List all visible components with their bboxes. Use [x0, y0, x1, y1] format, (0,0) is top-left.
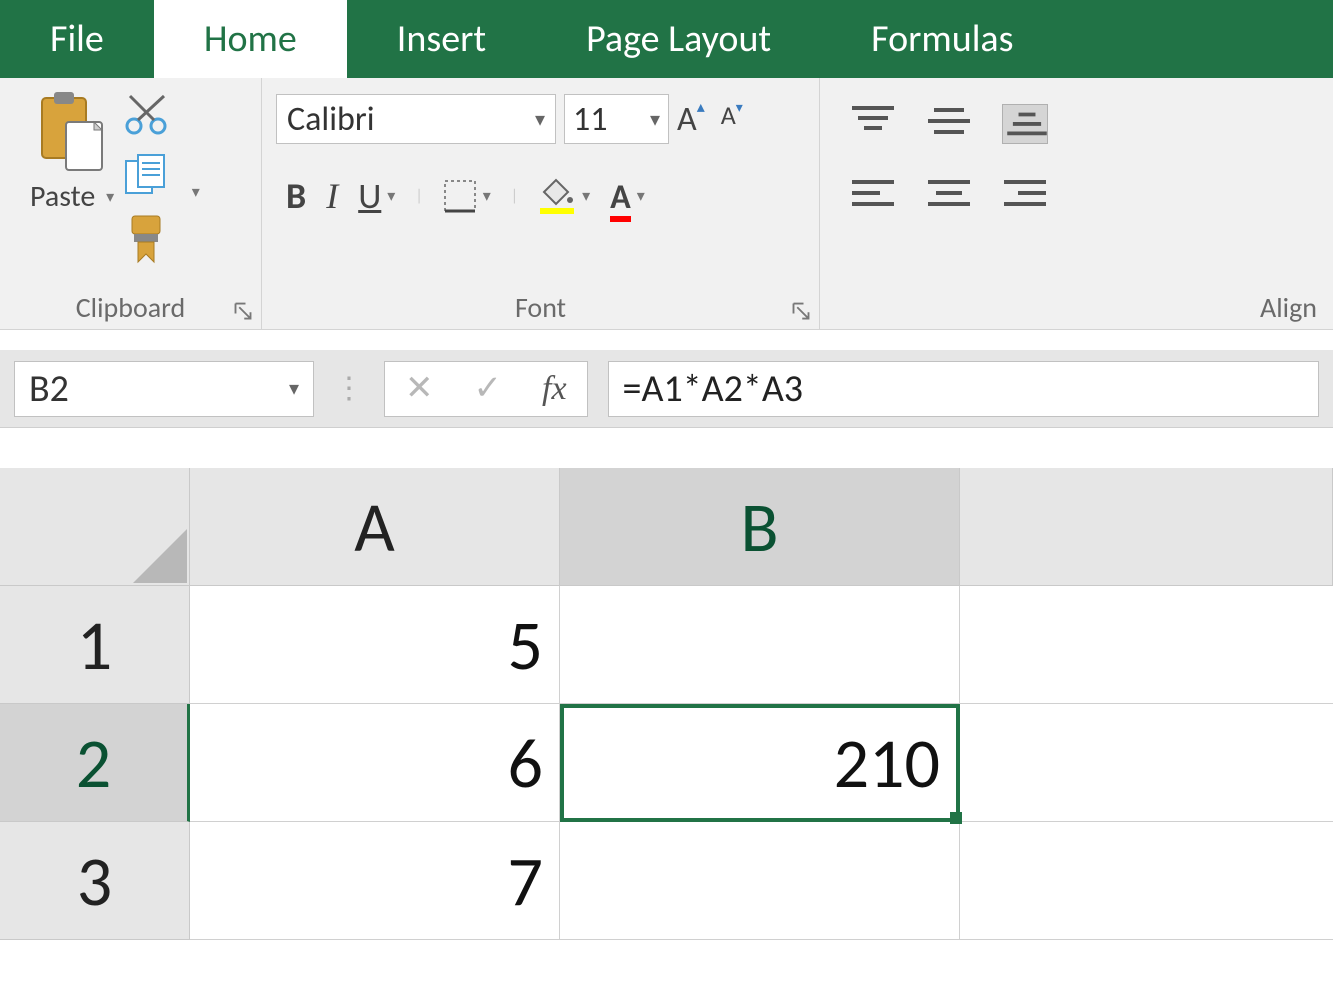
column-header-a[interactable]: A — [190, 468, 560, 586]
paste-button[interactable]: Paste ▾ — [30, 88, 114, 215]
align-left-button[interactable] — [850, 176, 896, 216]
font-group-label: Font — [272, 290, 809, 325]
tab-insert[interactable]: Insert — [347, 0, 536, 78]
cancel-formula-button[interactable]: ✕ — [405, 368, 434, 409]
paste-icon — [36, 88, 108, 174]
formula-input[interactable]: =A1*A2*A3 — [608, 361, 1319, 417]
ribbon-body: Paste ▾ — [0, 78, 1333, 330]
underline-button[interactable]: U▾ — [358, 174, 395, 218]
font-dialog-launcher[interactable] — [791, 301, 811, 321]
column-header-next[interactable] — [960, 468, 1333, 586]
align-center-button[interactable] — [926, 176, 972, 216]
row-header-2[interactable]: 2 — [0, 704, 190, 822]
row-header-1[interactable]: 1 — [0, 586, 190, 704]
align-bottom-button[interactable] — [1002, 104, 1048, 144]
alignment-group-label: Align — [830, 290, 1323, 325]
cell-b2[interactable]: 210 — [560, 704, 960, 822]
increase-font-size-button[interactable]: A▴ — [677, 99, 705, 140]
cut-button[interactable] — [124, 92, 200, 141]
cell-c2[interactable] — [960, 704, 1333, 822]
cell-a1[interactable]: 5 — [190, 586, 560, 704]
group-alignment: Align — [820, 78, 1333, 329]
cell-c1[interactable] — [960, 586, 1333, 704]
align-right-button[interactable] — [1002, 176, 1048, 216]
font-name-combo[interactable]: Calibri▾ — [276, 94, 556, 144]
border-button[interactable]: ▾ — [443, 179, 491, 213]
copy-icon — [124, 153, 182, 197]
paste-label: Paste ▾ — [30, 178, 114, 215]
separator-icon: ⋮ — [334, 370, 364, 407]
copy-button[interactable]: ▾ — [124, 153, 200, 202]
ribbon-tabs: File Home Insert Page Layout Formulas — [0, 0, 1333, 78]
tab-home[interactable]: Home — [154, 0, 347, 78]
spreadsheet-grid: A B 1 5 2 6 210 3 7 — [0, 468, 1333, 940]
align-top-button[interactable] — [850, 104, 896, 144]
cell-a3[interactable]: 7 — [190, 822, 560, 940]
enter-formula-button[interactable]: ✓ — [474, 368, 503, 409]
format-painter-button[interactable] — [124, 214, 200, 269]
font-color-button[interactable]: A ▾ — [610, 174, 645, 218]
fill-color-button[interactable]: ▾ — [538, 178, 590, 214]
cell-a2[interactable]: 6 — [190, 704, 560, 822]
clipboard-group-label: Clipboard — [10, 290, 251, 325]
cell-b1[interactable] — [560, 586, 960, 704]
italic-button[interactable]: I — [326, 175, 338, 217]
tab-page-layout[interactable]: Page Layout — [536, 0, 821, 78]
align-middle-button[interactable] — [926, 104, 972, 144]
select-all-corner[interactable] — [0, 468, 190, 586]
formula-bar: B2▾ ⋮ ✕ ✓ fx =A1*A2*A3 — [0, 350, 1333, 428]
cell-b3[interactable] — [560, 822, 960, 940]
tab-file[interactable]: File — [0, 0, 154, 78]
font-size-combo[interactable]: 11▾ — [564, 94, 669, 144]
insert-function-button[interactable]: fx — [542, 370, 567, 408]
row-header-3[interactable]: 3 — [0, 822, 190, 940]
decrease-font-size-button[interactable]: A▾ — [721, 99, 743, 140]
scissors-icon — [124, 92, 176, 136]
name-box[interactable]: B2▾ — [14, 361, 314, 417]
tab-formulas[interactable]: Formulas — [821, 0, 1063, 78]
border-icon — [443, 179, 477, 213]
clipboard-dialog-launcher[interactable] — [233, 301, 253, 321]
bold-button[interactable]: B — [286, 174, 306, 218]
group-font: Calibri▾ 11▾ A▴ A▾ B I U▾ | — [262, 78, 820, 329]
paint-bucket-icon — [538, 178, 576, 214]
paintbrush-icon — [124, 214, 168, 264]
formula-bar-buttons: ✕ ✓ fx — [384, 361, 588, 417]
group-clipboard: Paste ▾ — [0, 78, 262, 329]
column-header-b[interactable]: B — [560, 468, 960, 586]
cell-c3[interactable] — [960, 822, 1333, 940]
